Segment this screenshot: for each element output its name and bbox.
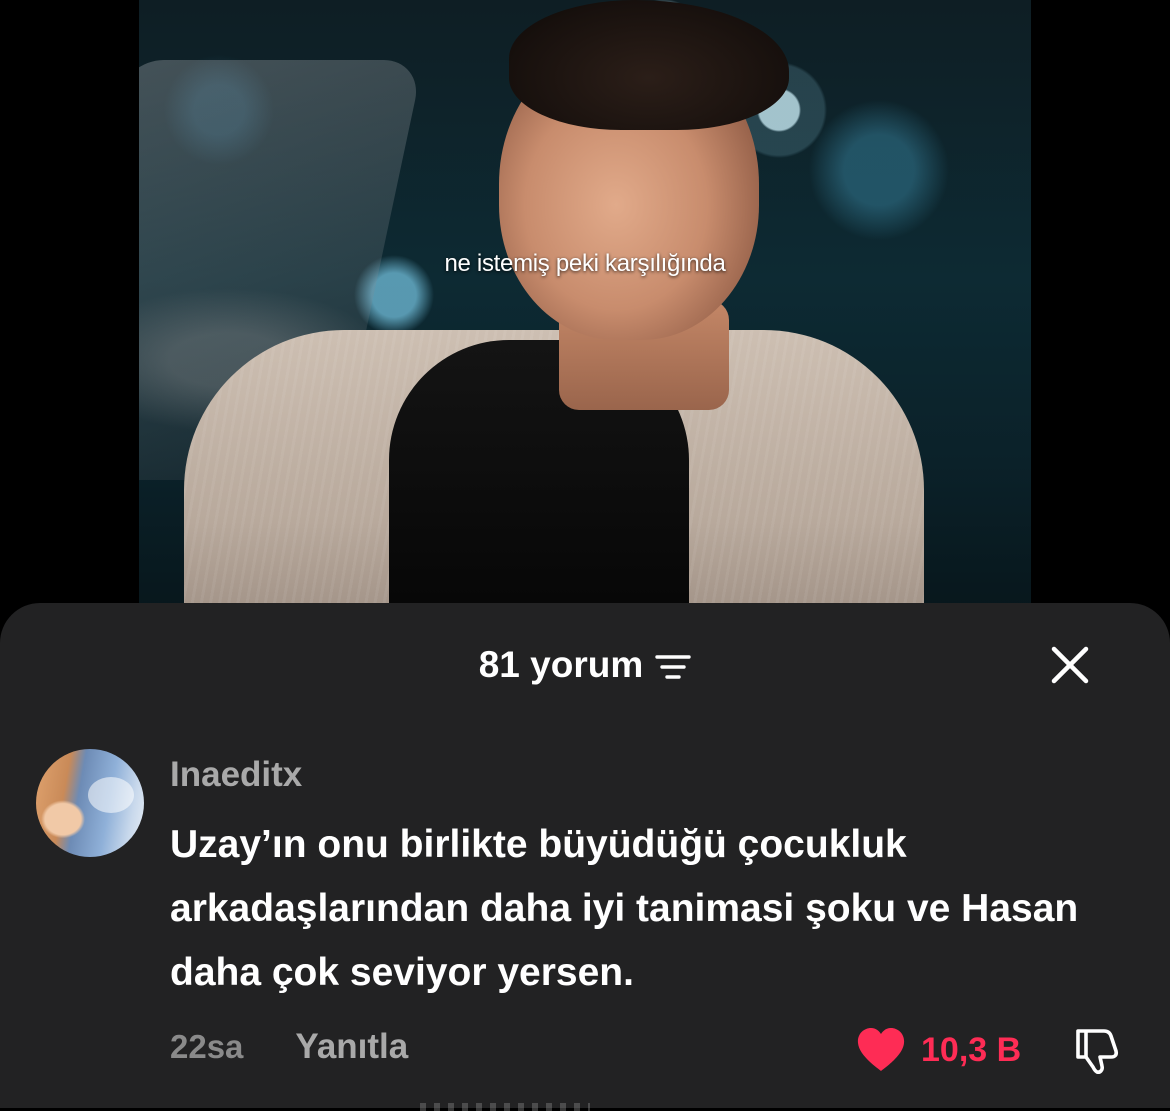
- video-subtitle: ne istemiş peki karşılığında: [444, 250, 726, 277]
- video-player[interactable]: ne istemiş peki karşılığında: [139, 0, 1031, 620]
- next-comment-peek: [420, 1103, 590, 1111]
- like-button[interactable]: 10,3 B: [855, 1025, 1021, 1075]
- comment-count-title: 81 yorum: [478, 644, 644, 685]
- avatar-photo-detail: [88, 777, 134, 813]
- comments-sheet: 81 yorum Inaeditx Uzay’ın onu birlikte b…: [0, 603, 1170, 1111]
- comments-header: 81 yorum: [0, 643, 1170, 687]
- thumbs-down-icon[interactable]: [1070, 1023, 1122, 1075]
- close-icon[interactable]: [1048, 643, 1092, 687]
- video-person-hair: [509, 0, 789, 130]
- like-count: 10,3 B: [921, 1030, 1022, 1069]
- comment-meta: 22sa Yanıtla: [170, 1025, 408, 1069]
- comment-text: Uzay’ın onu birlikte büyüdüğü çocukluk a…: [170, 823, 1079, 994]
- comment-time: 22sa: [170, 1028, 244, 1065]
- reply-button[interactable]: Yanıtla: [295, 1027, 408, 1067]
- avatar[interactable]: [36, 749, 144, 857]
- filter-icon[interactable]: [655, 652, 691, 682]
- heart-icon[interactable]: [855, 1027, 907, 1073]
- comment-username[interactable]: Inaeditx: [170, 755, 302, 795]
